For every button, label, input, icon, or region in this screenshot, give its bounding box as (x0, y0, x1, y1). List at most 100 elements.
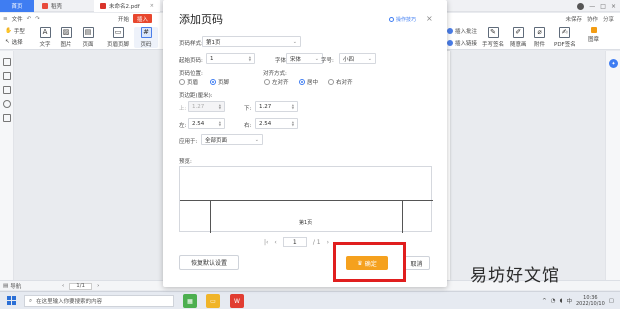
file-explorer-icon[interactable]: ▭ (206, 294, 220, 308)
margin-bottom-input[interactable]: 1.27 ▲ ▼ (255, 101, 298, 112)
font-value: 宋体 (290, 56, 302, 63)
navigation-toggle[interactable]: ▤ 导航 (3, 282, 21, 290)
network-icon[interactable]: ◔ (551, 298, 556, 304)
undo-icon[interactable]: ↶ (27, 16, 32, 22)
font-size-select[interactable]: 小四 ⌄ (339, 53, 376, 64)
next-page-icon[interactable]: › (327, 239, 329, 246)
hamburger-icon[interactable]: ≡ (3, 16, 8, 22)
menu-tab-start[interactable]: 开始 (118, 15, 129, 23)
first-page-icon[interactable]: |‹ (264, 239, 268, 246)
tab-docer[interactable]: 稻壳 (36, 0, 92, 12)
margin-left-input[interactable]: 2.54 ▲ ▼ (188, 118, 225, 129)
page-number-icon: # (140, 27, 152, 38)
wps-icon[interactable]: W (230, 294, 244, 308)
tab-pdf-document[interactable]: 未命名2.pdf × (94, 0, 160, 12)
volume-icon[interactable]: ◖ (560, 298, 563, 304)
insert-comment-button[interactable]: 插入批注 (447, 27, 477, 35)
tab-home[interactable]: 首页 (0, 0, 34, 12)
preview-page-input[interactable]: 1 (282, 237, 307, 247)
attachment-panel-icon[interactable] (3, 100, 11, 108)
align-right-radio[interactable]: 右对齐 (328, 78, 353, 86)
cancel-button[interactable]: 取消 (403, 256, 430, 270)
tab-close-icon[interactable]: × (150, 3, 154, 9)
next-page-icon[interactable]: › (97, 283, 99, 289)
page-navigator: ‹ 1/1 › (62, 281, 99, 291)
page-number-button[interactable]: # 页码 (134, 27, 158, 48)
hand-icon: ✋ (5, 28, 12, 34)
input-language[interactable]: 中 (566, 297, 572, 305)
thumbnail-icon[interactable] (3, 58, 11, 66)
apply-to-value: 全部页面 (205, 137, 228, 144)
stamp-button[interactable]: 图章 (588, 27, 599, 43)
tab-pdf-label: 未命名2.pdf (109, 4, 140, 10)
header-footer-button[interactable]: ▭ 页眉页脚 (103, 27, 133, 48)
menu-right: 未保存 协作 分享 (565, 13, 614, 24)
right-sidebar: ✦ (605, 51, 620, 280)
select-tool[interactable]: ↖ 选择 (5, 38, 25, 46)
handwrite-sign-button[interactable]: ✎ 手写签名 (482, 27, 504, 48)
windows-start-icon[interactable] (7, 296, 16, 305)
chevron-down-icon: ⌄ (367, 55, 372, 62)
page-number-style-select[interactable]: 第1页 ⌄ (202, 36, 301, 47)
highlight-box (333, 242, 406, 282)
page-number-label: 页码 (140, 42, 152, 48)
stepper-icon: ▲ ▼ (291, 102, 294, 110)
margin-right-value: 2.54 (259, 120, 272, 127)
navigation-icon: ▤ (3, 283, 9, 289)
page-button[interactable]: ▤ 页面 (76, 27, 100, 48)
align-center-radio[interactable]: 居中 (299, 78, 318, 86)
font-select[interactable]: 宋体 ⌄ (286, 53, 323, 64)
redo-icon[interactable]: ↷ (35, 16, 40, 22)
start-number-input[interactable]: 1 ▲ ▼ (206, 53, 255, 64)
apply-to-select[interactable]: 全部页面 ⌄ (201, 134, 263, 145)
tips-link[interactable]: 操作技巧 (389, 16, 416, 23)
prev-page-icon[interactable]: ‹ (274, 239, 276, 246)
clock[interactable]: 10:36 2022/10/10 (576, 295, 605, 307)
align-left-radio[interactable]: 左对齐 (264, 78, 289, 86)
collaborate-button[interactable]: 协作 (587, 15, 598, 23)
share-button[interactable]: 分享 (603, 15, 614, 23)
maximize-button[interactable]: □ (600, 3, 606, 10)
restore-default-button[interactable]: 恢复默认设置 (179, 255, 239, 270)
hand-tool[interactable]: ✋ 手型 (5, 27, 25, 35)
position-footer-radio[interactable]: 页脚 (210, 78, 229, 86)
image-button[interactable]: ▨ 图片 (54, 27, 78, 48)
taskbar-app-icon[interactable]: ▦ (183, 294, 197, 308)
position-header-radio[interactable]: 页眉 (179, 78, 198, 86)
cursor-icon: ↖ (5, 39, 10, 45)
attachment-button[interactable]: ⌀ 附件 (534, 27, 545, 48)
left-sidebar (0, 51, 14, 280)
preview-label: 预览: (179, 159, 192, 165)
close-window-button[interactable]: × (611, 3, 616, 10)
comment-panel-icon[interactable] (3, 86, 11, 94)
chevron-up-icon[interactable]: ^ (542, 298, 547, 304)
dialog-close-icon[interactable]: × (426, 14, 433, 23)
window-controls: — □ × (577, 0, 616, 12)
margin-top-input[interactable]: 1.27 ▲ ▼ (188, 101, 225, 112)
margin-label: 页边距(厘米): (179, 93, 213, 99)
pdf-sign-button[interactable]: ✍ PDF签名 (554, 27, 576, 48)
clock-date: 2022/10/10 (575, 301, 605, 307)
freehand-button[interactable]: ✐ 随意画 (510, 27, 527, 48)
pdf-sign-label: PDF签名 (554, 42, 576, 48)
menu-file[interactable]: 文件 (12, 15, 23, 23)
ribbon-tool-group: ✋ 手型 ↖ 选择 (5, 27, 25, 46)
search-panel-icon[interactable] (3, 114, 11, 122)
avatar[interactable] (577, 2, 585, 10)
stepper-icon: ▲ ▼ (218, 102, 221, 110)
stepper-icon: ▲ ▼ (291, 119, 294, 127)
margin-right-label: 右: (244, 123, 252, 129)
minimize-button[interactable]: — (589, 3, 595, 10)
notification-icon[interactable]: ▢ (609, 298, 614, 304)
style-value: 第1页 (206, 39, 221, 46)
page-indicator[interactable]: 1/1 (69, 282, 93, 290)
assistant-icon[interactable]: ✦ (609, 59, 618, 68)
bookmark-icon[interactable] (3, 72, 11, 80)
prev-page-icon[interactable]: ‹ (62, 283, 64, 289)
taskbar-search-input[interactable]: ⌕ 在这里输入你要搜索的内容 (24, 295, 174, 307)
dialog-title: 添加页码 (179, 13, 223, 26)
margin-right-input[interactable]: 2.54 ▲ ▼ (255, 118, 298, 129)
font-size-label: 字号: (321, 58, 334, 64)
insert-link-button[interactable]: 插入链接 (447, 39, 477, 47)
menu-tab-insert[interactable]: 插入 (133, 14, 153, 23)
